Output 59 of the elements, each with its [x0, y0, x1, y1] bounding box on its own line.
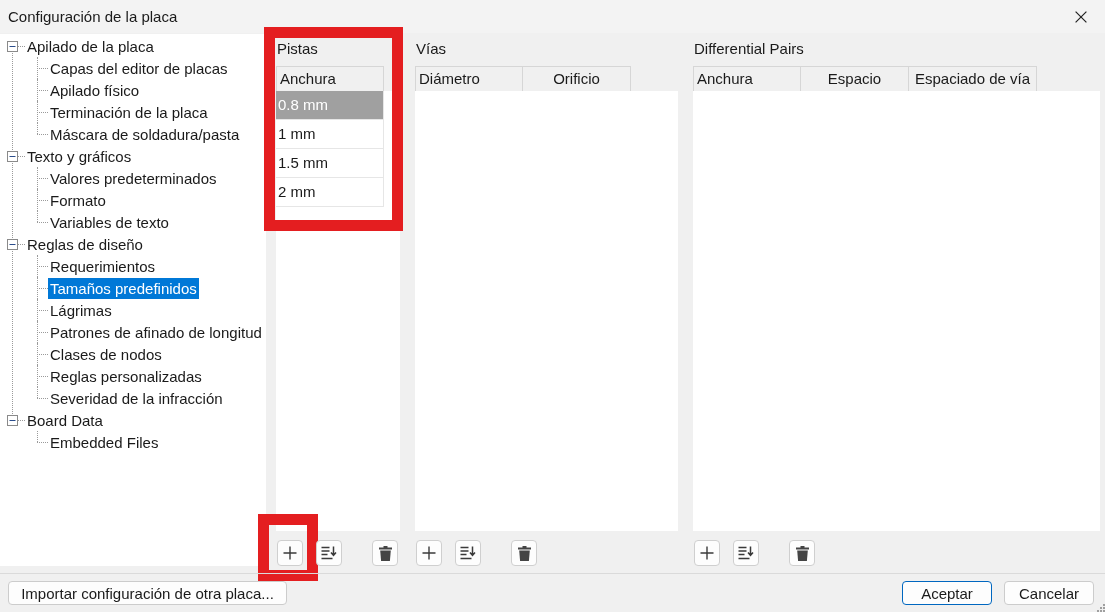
- minus-box-icon[interactable]: [7, 238, 18, 250]
- panel-title: Pistas: [276, 40, 318, 58]
- resize-grip-icon[interactable]: [1096, 603, 1105, 612]
- tree-item[interactable]: Texto y gráficos: [25, 145, 134, 167]
- delete-button[interactable]: [789, 540, 815, 566]
- trash-icon: [378, 545, 392, 561]
- tree-item[interactable]: Apilado físico: [48, 79, 142, 101]
- dialog-button[interactable]: Cancelar: [1004, 581, 1094, 605]
- column-header[interactable]: Orificio: [523, 66, 631, 91]
- dialog-button[interactable]: Aceptar: [902, 581, 992, 605]
- import-button[interactable]: Importar configuración de otra placa...: [8, 581, 287, 605]
- tree-item[interactable]: Patrones de afinado de longitud: [48, 321, 264, 343]
- tree-item[interactable]: Reglas personalizadas: [48, 365, 204, 387]
- tree-item[interactable]: Formato: [48, 189, 108, 211]
- close-icon: [1075, 10, 1087, 23]
- tree-item[interactable]: Máscara de soldadura/pasta: [48, 123, 242, 145]
- plus-icon: [283, 546, 297, 560]
- tree-item[interactable]: Embedded Files: [48, 431, 161, 453]
- plus-icon: [422, 546, 436, 560]
- tree-item[interactable]: Apilado de la placa: [25, 35, 156, 57]
- delete-button[interactable]: [372, 540, 398, 566]
- tree-item[interactable]: Valores predeterminados: [48, 167, 219, 189]
- minus-box-icon[interactable]: [7, 40, 18, 52]
- column-header[interactable]: Diámetro: [415, 66, 523, 91]
- sort-button[interactable]: [733, 540, 759, 566]
- sort-icon: [321, 546, 337, 560]
- tree-item[interactable]: Lágrimas: [48, 299, 114, 321]
- tree-item[interactable]: Requerimientos: [48, 255, 158, 277]
- sort-icon: [460, 546, 476, 560]
- plus-icon: [700, 546, 714, 560]
- add-button[interactable]: [694, 540, 720, 566]
- minus-box-icon[interactable]: [7, 414, 18, 426]
- window-title: Configuración de la placa: [7, 8, 179, 25]
- column-header[interactable]: Anchura: [693, 66, 801, 91]
- sort-icon: [738, 546, 754, 560]
- table-cell[interactable]: 1.5 mm: [276, 149, 384, 178]
- trash-icon: [517, 545, 531, 561]
- tree-item[interactable]: Capas del editor de placas: [48, 57, 230, 79]
- add-button[interactable]: [416, 540, 442, 566]
- tree-item[interactable]: Severidad de la infracción: [48, 387, 225, 409]
- column-header[interactable]: Espaciado de vía: [909, 66, 1038, 91]
- sort-button[interactable]: [455, 540, 481, 566]
- minus-box-icon[interactable]: [7, 150, 18, 162]
- tree-item[interactable]: Reglas de diseño: [25, 233, 145, 255]
- delete-button[interactable]: [511, 540, 537, 566]
- table-cell[interactable]: 2 mm: [276, 178, 384, 207]
- table-cell[interactable]: 1 mm: [276, 120, 384, 149]
- tree-item[interactable]: Clases de nodos: [48, 343, 164, 365]
- tree-item[interactable]: Tamaños predefinidos: [48, 277, 199, 299]
- panel-title: Differential Pairs: [693, 40, 804, 58]
- add-button[interactable]: [277, 540, 303, 566]
- column-header[interactable]: Anchura: [276, 66, 384, 91]
- tree-item[interactable]: Variables de texto: [48, 211, 171, 233]
- trash-icon: [795, 545, 809, 561]
- tree-item[interactable]: Terminación de la placa: [48, 101, 210, 123]
- tree-item[interactable]: Board Data: [25, 409, 105, 431]
- panel-title: Vías: [415, 40, 446, 58]
- sort-button[interactable]: [316, 540, 342, 566]
- column-header[interactable]: Espacio: [801, 66, 909, 91]
